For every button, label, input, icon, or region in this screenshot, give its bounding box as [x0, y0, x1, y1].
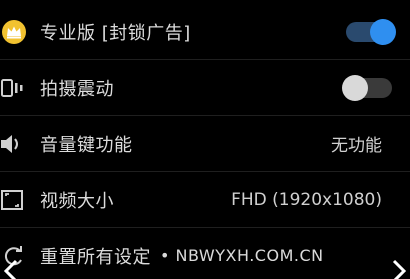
chevron-right-icon: [380, 257, 410, 279]
volume-key-value: 无功能: [331, 136, 382, 156]
setting-label-volume-key: 音量键功能: [40, 134, 133, 156]
watermark-text: • NBWYXH.COM.CN: [60, 246, 324, 265]
toggle-knob: [370, 18, 396, 45]
setting-label-video-size: 视频大小: [40, 190, 114, 212]
chevron-left-icon: [0, 257, 30, 279]
crown-icon: [0, 18, 28, 46]
setting-vibration[interactable]: 拍摄震动: [0, 60, 410, 116]
vibrate-icon: [0, 74, 28, 102]
vibration-toggle[interactable]: [342, 74, 392, 101]
video-size-value: FHD (1920x1080): [231, 189, 382, 210]
settings-screen: 专业版 [封锁广告] 拍摄震动 音量键功能 无功能 视频大小 FHD (1920…: [0, 0, 410, 279]
watermark-dot: •: [160, 246, 176, 265]
watermark-site: NBWYXH.COM.CN: [175, 246, 324, 265]
setting-video-size[interactable]: 视频大小 FHD (1920x1080): [0, 172, 410, 228]
resize-icon: [0, 186, 28, 214]
setting-pro-version[interactable]: 专业版 [封锁广告]: [0, 4, 410, 60]
setting-label-vibration: 拍摄震动: [40, 78, 114, 100]
pro-toggle[interactable]: [346, 18, 396, 45]
volume-icon: [0, 130, 28, 158]
toggle-knob: [342, 74, 368, 101]
setting-label-pro: 专业版 [封锁广告]: [40, 22, 191, 44]
setting-volume-key[interactable]: 音量键功能 无功能: [0, 116, 410, 172]
